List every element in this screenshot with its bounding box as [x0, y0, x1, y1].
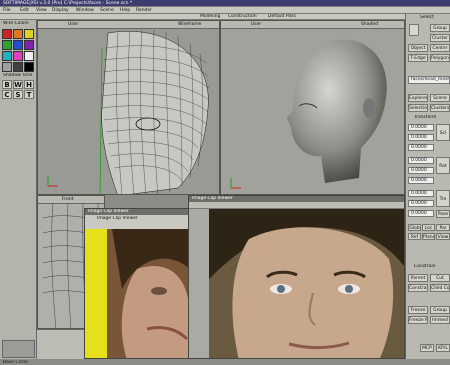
menu-bar: File Edit View Display Window Scene Help… — [0, 7, 450, 14]
select-header: Select — [420, 15, 434, 20]
wire-colors-title: Wire Colors — [3, 21, 29, 26]
viewer-toolbar — [189, 202, 404, 209]
color-swatch[interactable] — [24, 40, 34, 50]
parent-ref-button[interactable]: Par — [436, 224, 450, 231]
child-comp-button[interactable]: Child Comp — [430, 284, 450, 292]
value-field[interactable]: 0.0000 — [408, 167, 434, 174]
tool-icons — [2, 340, 35, 358]
rotate-button[interactable]: Rot — [436, 157, 450, 174]
tedge-button[interactable]: T-Edge — [408, 54, 428, 62]
plane-button[interactable]: Plane — [422, 233, 435, 240]
group-button[interactable]: Group — [430, 24, 450, 32]
menu-scene[interactable]: Scene — [100, 7, 114, 14]
global-button[interactable]: Glob — [408, 224, 421, 231]
image-border — [85, 229, 107, 358]
transform-header: Transform — [414, 115, 437, 120]
menu-view[interactable]: View — [36, 7, 47, 14]
value-field[interactable]: 0.0000 — [408, 144, 434, 151]
color-swatch[interactable] — [13, 51, 23, 61]
immed-button[interactable]: Immed — [430, 316, 450, 324]
letter-button-h[interactable]: H — [24, 80, 34, 89]
color-swatch[interactable] — [13, 62, 23, 72]
freeze-m-button[interactable]: Freeze M — [408, 316, 428, 324]
color-swatch[interactable] — [2, 40, 12, 50]
color-swatch[interactable] — [2, 51, 12, 61]
scale-button[interactable]: Scl — [436, 124, 450, 141]
explorer-button[interactable]: Explorer — [408, 94, 428, 102]
select-arrow-icon[interactable] — [409, 24, 419, 36]
color-swatch[interactable] — [24, 62, 34, 72]
window-titlebar[interactable]: Image Clip Viewer — [85, 209, 188, 215]
constraints-button[interactable]: Constraints — [408, 284, 428, 292]
menu-window[interactable]: Window — [76, 7, 94, 14]
window-title: SOFTIMAGE|XSI v.3.0 [Pro] C:\Projects\fa… — [3, 1, 133, 6]
mcp-button[interactable]: MCP — [420, 344, 434, 352]
menu-help[interactable]: Help — [120, 7, 130, 14]
menu-edit[interactable]: Edit — [20, 7, 29, 14]
local-button[interactable]: Loc — [422, 224, 435, 231]
constrain-header: Constrain — [414, 264, 436, 269]
window-subtitle: Image Clip Viewer — [97, 216, 138, 221]
object-button[interactable]: Object — [408, 44, 428, 52]
right-panel: Select Group Cluster Object Center T-Edg… — [405, 14, 450, 359]
base-circle-label: Base Circle — [3, 360, 29, 365]
image-viewer-small[interactable]: Image Clip Viewer Image Clip Viewer — [84, 208, 189, 359]
color-swatch[interactable] — [2, 29, 12, 39]
letter-button-b[interactable]: B — [2, 80, 12, 89]
left-panel: Wire Colors Shadow Tone B W H C S T Base… — [0, 20, 37, 365]
polygon-button[interactable]: Polygon — [430, 54, 450, 62]
face-photo-tilted — [107, 229, 188, 358]
value-field[interactable]: 0.0000 — [408, 157, 434, 164]
color-swatch[interactable] — [2, 62, 12, 72]
parent-button[interactable]: Parent — [408, 274, 428, 282]
face-photo-front — [209, 209, 404, 358]
viewport-top-right[interactable]: User Shaded — [220, 20, 405, 195]
group-edit-button[interactable]: Group — [430, 306, 450, 314]
center-button[interactable]: Center — [430, 44, 450, 52]
viewport-view-label[interactable]: Front — [62, 196, 73, 203]
pose-button[interactable]: Pose — [436, 210, 450, 218]
value-field[interactable]: 0.0000 — [408, 177, 434, 184]
color-swatch[interactable] — [24, 51, 34, 61]
viewport-mode-label[interactable]: Shaded — [361, 21, 378, 28]
value-field[interactable]: 0.0000 — [408, 200, 434, 207]
shadow-tone-label: Shadow Tone — [3, 73, 33, 78]
selection-field[interactable]: faces/head_mesh — [408, 76, 450, 84]
clusters-button[interactable]: Clusters — [430, 104, 450, 112]
axis-gizmo — [47, 176, 58, 187]
color-swatch[interactable] — [13, 29, 23, 39]
value-field[interactable]: 0.0000 — [408, 210, 434, 217]
value-field[interactable]: 0.0000 — [408, 124, 434, 131]
viewport-view-label[interactable]: User — [68, 21, 78, 28]
shaded-head — [230, 39, 387, 189]
value-field[interactable]: 0.0000 — [408, 190, 434, 197]
letter-button-c[interactable]: C — [2, 90, 12, 99]
translate-button[interactable]: Trn — [436, 190, 450, 207]
color-swatch[interactable] — [24, 29, 34, 39]
cut-button[interactable]: Cut — [430, 274, 450, 282]
menu-display[interactable]: Display — [52, 7, 69, 14]
view-button[interactable]: View — [436, 233, 450, 240]
wireframe-head — [47, 29, 210, 194]
menu-file[interactable]: File — [3, 7, 11, 14]
viewport-mode-label[interactable]: Wireframe — [178, 21, 201, 28]
kpl-button[interactable]: KP/L — [436, 344, 450, 352]
letter-button-t[interactable]: T — [24, 90, 34, 99]
viewport-view-label[interactable]: User — [251, 21, 261, 28]
selection-button[interactable]: Selection — [408, 104, 428, 112]
title-bar: SOFTIMAGE|XSI v.3.0 [Pro] C:\Projects\fa… — [0, 0, 450, 7]
cluster-button[interactable]: Cluster — [430, 34, 450, 42]
freeze-button[interactable]: Freeze — [408, 306, 428, 314]
value-field[interactable]: 0.0000 — [408, 134, 434, 141]
letter-button-w[interactable]: W — [13, 80, 23, 89]
scene-button[interactable]: Scene — [430, 94, 450, 102]
viewport-top-left[interactable]: User Wireframe — [37, 20, 220, 195]
color-swatch[interactable] — [13, 40, 23, 50]
viewer-left-strip — [189, 209, 209, 358]
menu-render[interactable]: Render — [136, 7, 152, 14]
image-viewer-large[interactable]: Image Clip Viewer — [188, 195, 405, 359]
letter-button-s[interactable]: S — [13, 90, 23, 99]
ref-button[interactable]: Ref — [408, 233, 421, 240]
